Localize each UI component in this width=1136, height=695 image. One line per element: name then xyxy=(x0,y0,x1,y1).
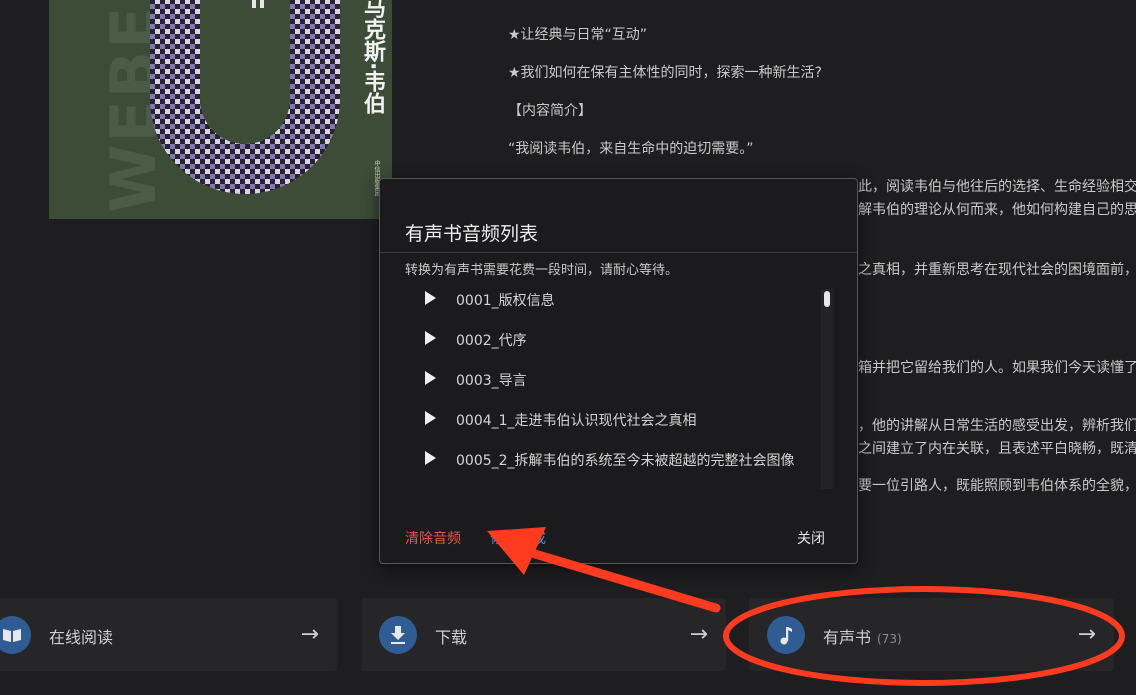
music-note-icon xyxy=(767,616,805,654)
description-line: 箱并把它留给我们的人。如果我们今天读懂了 xyxy=(858,360,1136,376)
description-line: ，他的讲解从日常生活的感受出发，辨析我们 xyxy=(858,418,1136,434)
clear-audio-button[interactable]: 清除音频 xyxy=(405,528,461,548)
track-name: 0002_代序 xyxy=(456,333,527,349)
download-icon xyxy=(379,616,417,654)
regenerate-button[interactable]: 恢复生成 xyxy=(490,528,546,548)
play-icon[interactable] xyxy=(425,291,436,305)
play-icon[interactable] xyxy=(425,371,436,385)
track-name: 0005_2_拆解韦伯的系统至今未被超越的完整社会图像 xyxy=(456,453,795,469)
arrow-right-icon: → xyxy=(1077,622,1096,647)
audiobook-label-text: 有声书 xyxy=(823,628,872,647)
track-item[interactable]: 0003_导言 xyxy=(425,361,845,401)
read-online-button[interactable]: 在线阅读 → xyxy=(0,598,337,671)
read-online-label: 在线阅读 xyxy=(49,628,114,647)
arrow-right-icon: → xyxy=(689,622,708,647)
audiobook-list-dialog: 有声书音频列表 转换为有声书需要花费一段时间，请耐心等待。 0001_版权信息 … xyxy=(379,178,858,564)
audiobook-label: 有声书 (73) xyxy=(823,624,902,648)
track-item[interactable]: 0002_代序 xyxy=(425,321,845,361)
description-line: “我阅读韦伯，来自生命中的迫切需要。” xyxy=(508,141,754,157)
cover-artwork xyxy=(150,0,340,194)
dialog-hint: 转换为有声书需要花费一段时间，请耐心等待。 xyxy=(405,263,679,278)
description-line: ★让经典与日常“互动” xyxy=(508,27,648,43)
play-icon[interactable] xyxy=(425,411,436,425)
track-list: 0001_版权信息 0002_代序 0003_导言 0004_1_走进韦伯认识现… xyxy=(380,281,820,489)
close-button[interactable]: 关闭 xyxy=(797,528,825,548)
scrollbar-thumb[interactable] xyxy=(824,291,830,307)
download-label: 下载 xyxy=(435,628,468,647)
description-line: 之真相，并重新思考在现代社会的困境面前， xyxy=(858,262,1136,278)
description-line: ★我们如何在保有主体性的同时，探索一种新生活? xyxy=(508,65,822,81)
track-name: 0003_导言 xyxy=(456,373,527,389)
description-line: 此，阅读韦伯与他往后的选择、生命经验相交 xyxy=(858,179,1136,195)
audiobook-count: (73) xyxy=(877,632,902,646)
description-line: 【内容简介】 xyxy=(508,103,592,119)
play-icon[interactable] xyxy=(425,331,436,345)
track-item[interactable]: 0004_1_走进韦伯认识现代社会之真相 xyxy=(425,401,845,441)
description-line: 之间建立了内在关联，且表述平白晓畅，既清 xyxy=(858,441,1136,457)
dialog-title: 有声书音频列表 xyxy=(405,223,539,245)
play-icon[interactable] xyxy=(425,451,436,465)
download-button[interactable]: 下载 → xyxy=(361,598,726,671)
book-icon xyxy=(0,616,31,654)
arrow-right-icon: → xyxy=(300,622,319,647)
track-list-scrollbar[interactable] xyxy=(821,289,833,489)
book-cover: WEBER 马克斯·韦伯 中信出版集团 xyxy=(49,0,392,219)
track-item[interactable]: 0001_版权信息 xyxy=(425,281,845,321)
audiobook-button[interactable]: 有声书 (73) → xyxy=(749,598,1114,671)
description-line: 要一位引路人，既能照顾到韦伯体系的全貌， xyxy=(858,478,1136,494)
dialog-divider xyxy=(380,252,857,253)
track-name: 0004_1_走进韦伯认识现代社会之真相 xyxy=(456,413,697,429)
description-line: 解韦伯的理论从何而来，他如何构建自己的思 xyxy=(858,202,1136,218)
track-item[interactable]: 0005_2_拆解韦伯的系统至今未被超越的完整社会图像 xyxy=(425,441,845,481)
cover-author: 马克斯·韦伯 xyxy=(360,0,385,115)
track-name: 0001_版权信息 xyxy=(456,293,555,309)
